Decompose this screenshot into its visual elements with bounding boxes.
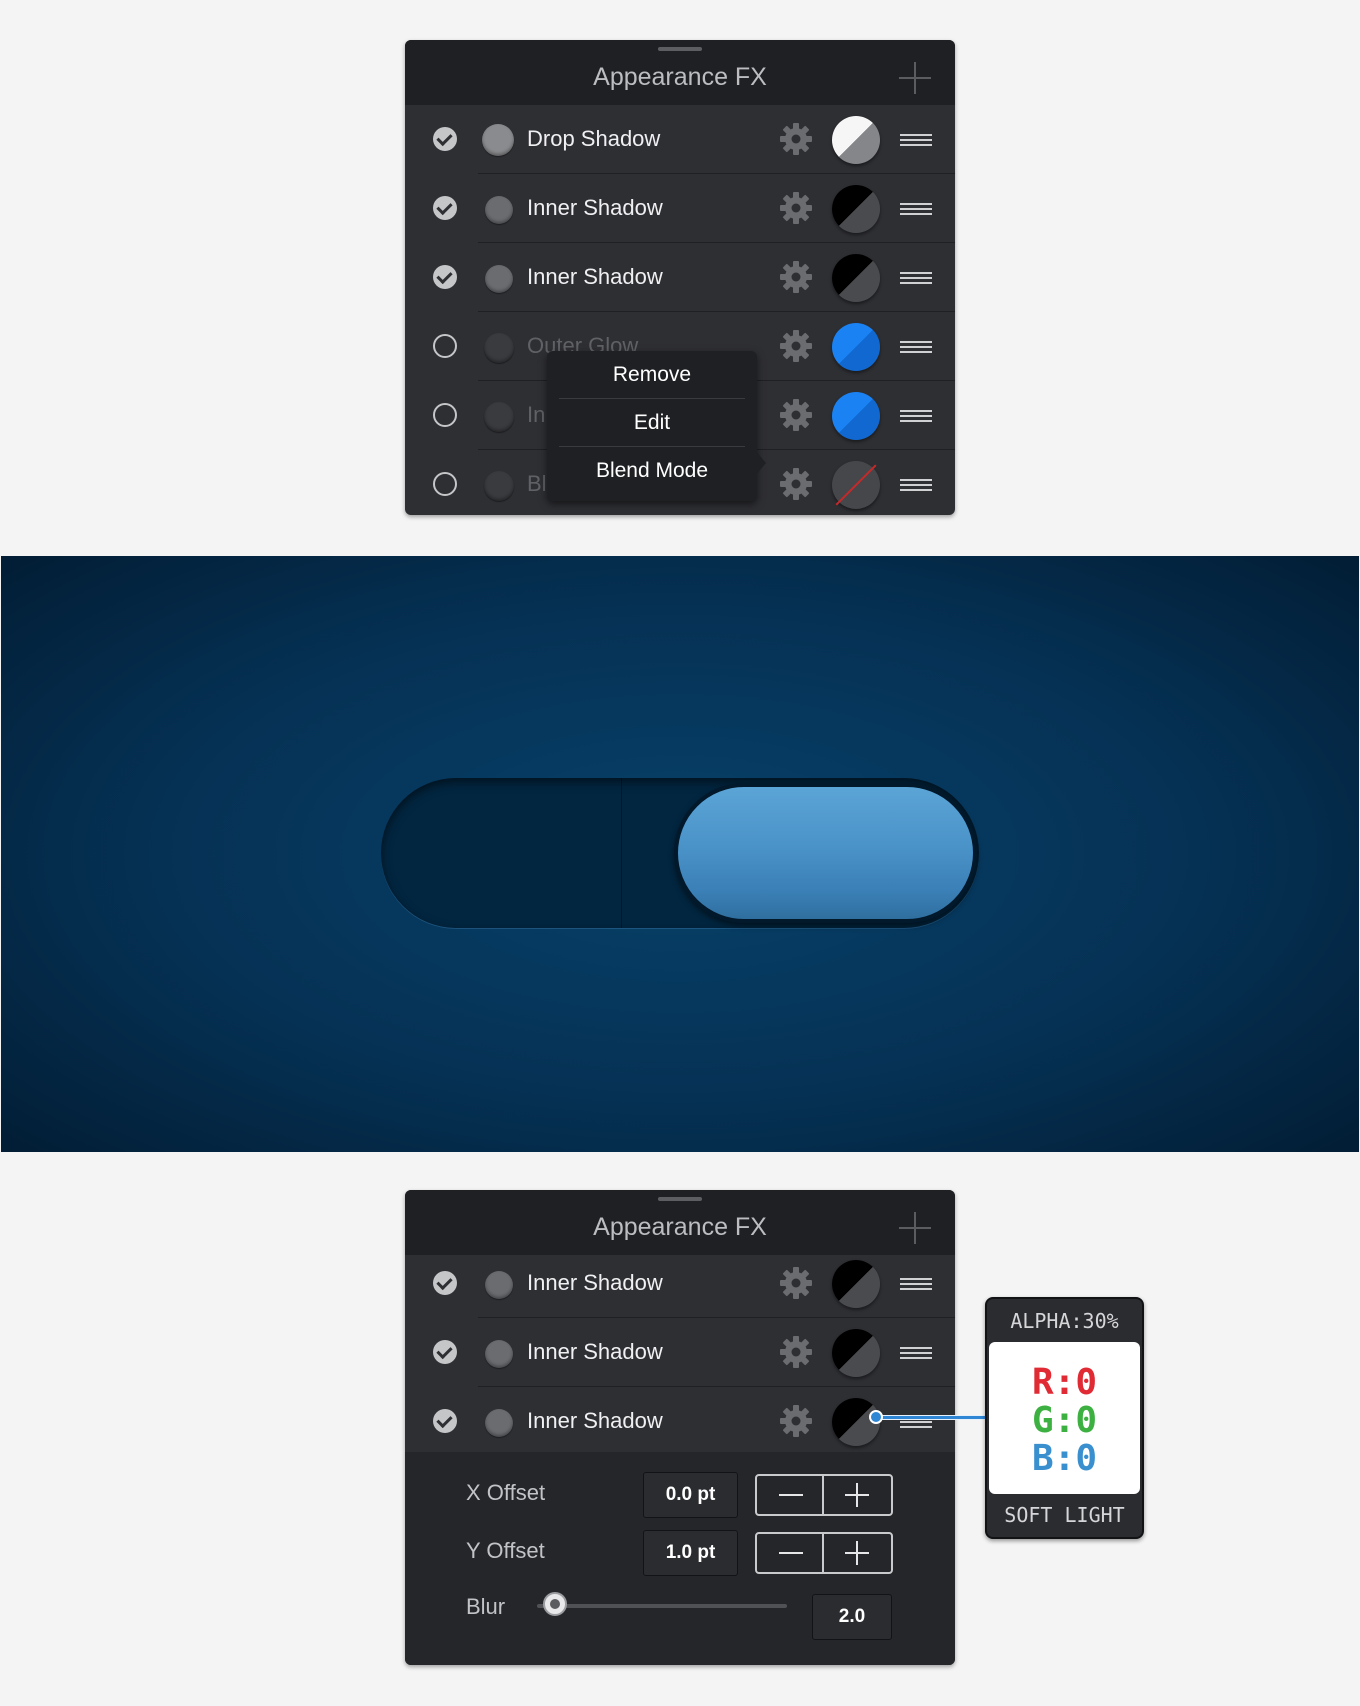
alpha-label: ALPHA:30% — [1010, 1309, 1119, 1333]
visibility-dot-icon[interactable] — [482, 124, 514, 156]
effect-properties: X Offset 0.0 pt Y Offset 1.0 pt Blur 2.0 — [405, 1452, 955, 1665]
effect-row[interactable]: Inner Shadow — [405, 1318, 955, 1387]
visibility-dot-icon[interactable] — [484, 471, 514, 501]
visibility-dot-icon[interactable] — [485, 196, 513, 224]
gear-icon[interactable] — [779, 191, 813, 225]
panel-grip-icon[interactable] — [658, 47, 702, 51]
panel-title: Appearance FX — [593, 1213, 767, 1241]
panel-header: Appearance FX — [405, 1190, 955, 1255]
effect-name: Inner Shadow — [527, 1270, 663, 1295]
drag-handle-icon[interactable] — [900, 479, 932, 491]
y-offset-plus-button[interactable] — [824, 1534, 891, 1572]
drag-handle-icon[interactable] — [900, 134, 932, 146]
color-swatch[interactable] — [832, 323, 880, 371]
gear-icon[interactable] — [779, 122, 813, 156]
check-circle-icon[interactable] — [433, 1340, 457, 1364]
y-offset-minus-button[interactable] — [757, 1534, 824, 1572]
y-offset-stepper — [755, 1532, 893, 1574]
blur-slider-track[interactable] — [537, 1604, 787, 1608]
x-offset-minus-button[interactable] — [757, 1476, 824, 1514]
add-effect-plus-icon[interactable] — [899, 1212, 931, 1244]
check-circle-icon[interactable] — [433, 1271, 457, 1295]
menu-item-remove[interactable]: Remove — [547, 351, 757, 398]
callout-connector-line — [877, 1415, 987, 1420]
blur-value-field[interactable]: 2.0 — [812, 1594, 892, 1640]
panel-header: Appearance FX — [405, 40, 955, 105]
empty-circle-icon[interactable] — [433, 472, 457, 496]
effect-name: In — [527, 402, 546, 427]
color-swatch[interactable] — [832, 461, 880, 509]
add-effect-plus-icon[interactable] — [899, 62, 931, 94]
x-offset-label: X Offset — [466, 1480, 546, 1505]
gear-icon[interactable] — [779, 1335, 813, 1369]
drag-handle-icon[interactable] — [900, 1347, 932, 1359]
menu-item-blend-mode[interactable]: Blend Mode — [547, 447, 757, 494]
effect-name: Inner Shadow — [527, 1408, 663, 1433]
gear-icon[interactable] — [779, 1266, 813, 1300]
color-swatch[interactable] — [832, 1260, 880, 1308]
visibility-dot-icon[interactable] — [484, 333, 514, 363]
effect-row[interactable]: Inner Shadow — [405, 174, 955, 243]
context-menu: Remove Edit Blend Mode — [547, 351, 766, 501]
visibility-dot-icon[interactable] — [485, 1340, 513, 1368]
effect-row[interactable]: Inner Shadow — [405, 243, 955, 312]
effect-name: Drop Shadow — [527, 126, 661, 151]
visibility-dot-icon[interactable] — [485, 265, 513, 293]
color-swatch[interactable] — [832, 116, 880, 164]
color-swatch[interactable] — [832, 254, 880, 302]
gear-icon[interactable] — [779, 329, 813, 363]
visibility-dot-icon[interactable] — [485, 1409, 513, 1437]
check-circle-icon[interactable] — [433, 127, 457, 151]
check-circle-icon[interactable] — [433, 196, 457, 220]
effect-name: Bl — [527, 471, 547, 496]
effect-name: Inner Shadow — [527, 195, 663, 220]
toggle-switch-track[interactable] — [381, 778, 979, 928]
blue-value: B:0 — [1031, 1438, 1098, 1479]
panel-title: Appearance FX — [593, 63, 767, 91]
visibility-dot-icon[interactable] — [485, 1271, 513, 1299]
check-circle-icon[interactable] — [433, 265, 457, 289]
green-value: G:0 — [1031, 1400, 1098, 1441]
red-value: R:0 — [1031, 1362, 1098, 1403]
color-swatch[interactable] — [832, 1329, 880, 1377]
gear-icon[interactable] — [779, 467, 813, 501]
gear-icon[interactable] — [779, 1404, 813, 1438]
toggle-switch-knob[interactable] — [674, 783, 977, 923]
effect-name: Inner Shadow — [527, 1339, 663, 1364]
panel-grip-icon[interactable] — [658, 1197, 702, 1201]
drag-handle-icon[interactable] — [900, 341, 932, 353]
blur-label: Blur — [466, 1594, 506, 1619]
empty-circle-icon[interactable] — [433, 334, 457, 358]
empty-circle-icon[interactable] — [433, 403, 457, 427]
x-offset-stepper — [755, 1474, 893, 1516]
appearance-fx-panel-bottom: Appearance FX Inner Shadow Inner Shadow In… — [405, 1190, 955, 1665]
color-swatch[interactable] — [832, 392, 880, 440]
y-offset-label: Y Offset — [466, 1538, 545, 1563]
blend-mode-label: SOFT LIGHT — [1004, 1503, 1125, 1527]
callout-anchor-dot — [869, 1410, 883, 1424]
rgb-card: R:0 G:0 B:0 — [989, 1342, 1140, 1494]
color-callout: ALPHA:30% R:0 G:0 B:0 SOFT LIGHT — [985, 1297, 1144, 1539]
toggle-preview-canvas — [1, 556, 1359, 1152]
x-offset-field[interactable]: 0.0 pt — [643, 1472, 738, 1518]
effect-row[interactable]: Inner Shadow — [405, 1249, 955, 1318]
track-divider — [621, 778, 622, 928]
gear-icon[interactable] — [779, 398, 813, 432]
menu-item-edit[interactable]: Edit — [547, 399, 757, 446]
blur-slider-thumb[interactable] — [542, 1592, 567, 1616]
y-offset-field[interactable]: 1.0 pt — [643, 1530, 738, 1576]
drag-handle-icon[interactable] — [900, 410, 932, 422]
drag-handle-icon[interactable] — [900, 203, 932, 215]
effect-row[interactable]: Drop Shadow — [405, 105, 955, 174]
check-circle-icon[interactable] — [433, 1409, 457, 1433]
x-offset-plus-button[interactable] — [824, 1476, 891, 1514]
drag-handle-icon[interactable] — [900, 1278, 932, 1290]
effect-name: Inner Shadow — [527, 264, 663, 289]
drag-handle-icon[interactable] — [900, 272, 932, 284]
color-swatch[interactable] — [832, 185, 880, 233]
gear-icon[interactable] — [779, 260, 813, 294]
visibility-dot-icon[interactable] — [484, 402, 514, 432]
